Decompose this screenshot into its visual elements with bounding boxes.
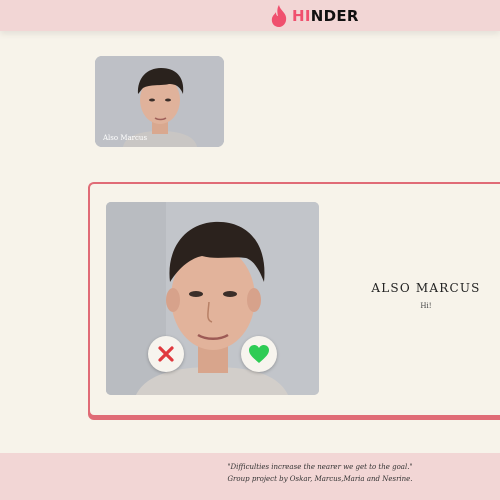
like-button[interactable] [241,336,277,372]
app-logo[interactable]: HINDER [268,3,359,29]
profile-photo [106,202,319,395]
flame-icon [271,5,287,27]
top-header: HINDER [0,0,500,31]
reject-button[interactable] [148,336,184,372]
logo-wordmark: HINDER [292,7,359,25]
logo-text-rest: NDER [310,7,359,25]
profile-photo-image [106,202,319,395]
app-page: HINDER Also Marcus ALSO MARCUS Hi! "Diff… [0,0,500,500]
close-icon [158,346,174,362]
heart-icon [249,345,269,363]
footer-quote: "Difficulties increase the nearer we get… [227,463,413,471]
footer-credits: Group project by Oskar, Marcus,Maria and… [227,475,413,483]
logo-text-hi: HI [292,7,311,25]
profile-bio: Hi! [420,302,432,310]
thumbnail-caption: Also Marcus [103,134,148,142]
profile-name: ALSO MARCUS [371,281,481,295]
profile-thumbnail[interactable]: Also Marcus [95,56,224,147]
